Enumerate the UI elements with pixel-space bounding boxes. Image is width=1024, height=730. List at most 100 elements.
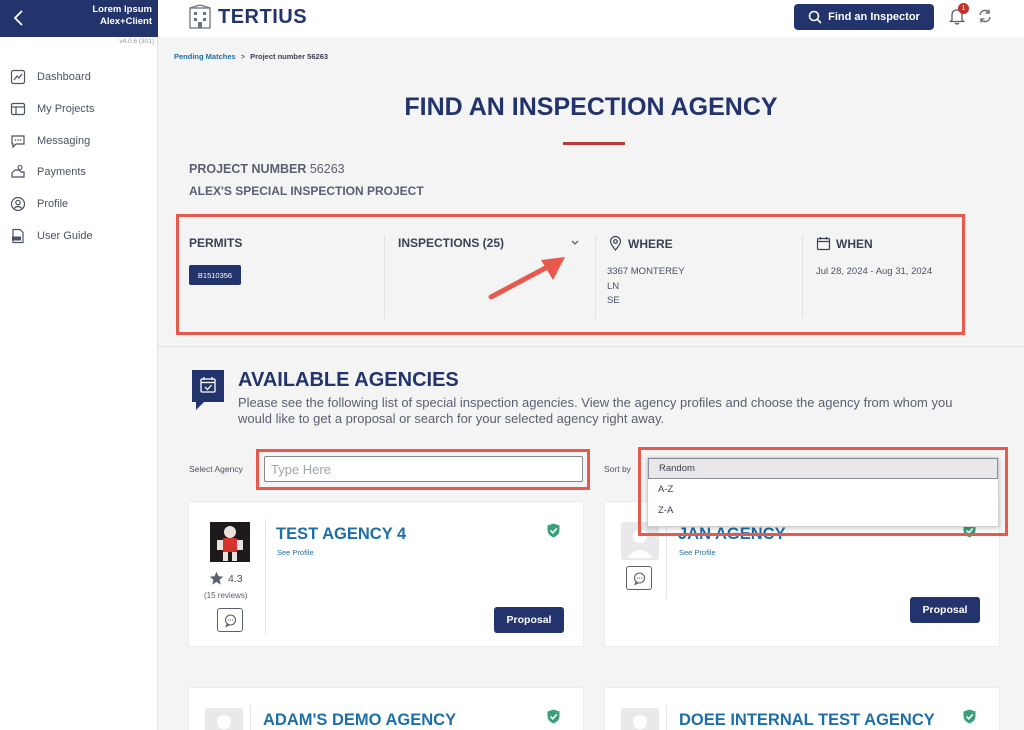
chat-icon (633, 571, 645, 585)
notification-badge: 1 (958, 3, 969, 14)
sidebar-item-label: Messaging (37, 135, 91, 147)
agencies-description: Please see the following list of special… (238, 395, 953, 426)
sidebar-item-label: Payments (37, 166, 86, 178)
calendar-icon (816, 237, 831, 251)
sidebar-item-dashboard[interactable]: Dashboard (10, 67, 91, 87)
rating-value: 4.3 (228, 572, 243, 585)
inspections-heading[interactable]: INSPECTIONS (25) (398, 236, 504, 250)
permit-chip[interactable]: B1510356 (189, 265, 241, 285)
agency-rating: 4.3 (209, 571, 243, 586)
select-agency-label: Select Agency (189, 464, 243, 474)
page-title: FIND AN INSPECTION AGENCY (404, 93, 778, 121)
address-line: SE (607, 295, 620, 306)
building-logo-icon (189, 4, 211, 29)
verified-shield-icon (547, 709, 560, 724)
user-placeholder-icon (633, 715, 647, 729)
review-count[interactable]: (15 reviews) (204, 591, 248, 600)
project-number-label: PROJECT NUMBER (189, 162, 307, 176)
date-range: Jul 28, 2024 - Aug 31, 2024 (816, 266, 933, 277)
project-number: PROJECT NUMBER 56263 (189, 162, 345, 176)
sort-option-z-a[interactable]: Z-A (648, 500, 998, 521)
sidebar-item-my-projects[interactable]: My Projects (10, 99, 94, 119)
project-number-value: 56263 (309, 162, 345, 176)
pdf-icon (12, 228, 24, 244)
when-label: WHEN (836, 236, 873, 251)
find-inspector-label: Find an Inspector (828, 11, 920, 23)
card-divider (265, 519, 266, 635)
breadcrumb-pending-matches[interactable]: Pending Matches (174, 52, 236, 61)
column-divider (384, 235, 385, 319)
sort-by-label: Sort by (604, 464, 631, 474)
message-agency-button[interactable] (626, 566, 652, 590)
sidebar-item-label: Dashboard (37, 71, 91, 83)
agency-avatar (205, 708, 243, 730)
location-pin-icon (609, 236, 622, 251)
agencies-title: AVAILABLE AGENCIES (238, 369, 459, 391)
breadcrumb: Pending Matches > Project number 56263 (174, 52, 328, 61)
user-org: Lorem Ipsum (92, 4, 152, 15)
find-inspector-button[interactable]: Find an Inspector (794, 4, 934, 30)
agency-card: DOEE INTERNAL TEST AGENCY (604, 687, 1000, 730)
breadcrumb-separator: > (240, 52, 246, 61)
agency-name[interactable]: ADAM'S DEMO AGENCY (263, 711, 456, 730)
sidebar-item-label: My Projects (37, 103, 95, 115)
back-arrow-icon[interactable] (10, 8, 28, 28)
profile-icon (10, 196, 26, 212)
proposal-button[interactable]: Proposal (494, 607, 564, 633)
sidebar-item-label: Profile (37, 198, 69, 210)
agency-name[interactable]: DOEE INTERNAL TEST AGENCY (679, 711, 935, 730)
user-info: Lorem Ipsum Alex+Client (92, 4, 152, 28)
sidebar: Lorem Ipsum Alex+Client v4.0.6 (301) Das… (0, 0, 158, 730)
title-underline (563, 142, 625, 145)
sidebar-header: Lorem Ipsum Alex+Client (0, 0, 158, 37)
sort-option-a-z[interactable]: A-Z (648, 479, 998, 500)
sort-option-random[interactable]: Random (648, 458, 998, 479)
see-profile-link[interactable]: See Profile (679, 548, 716, 557)
select-agency-input[interactable] (264, 456, 583, 482)
agency-name[interactable]: TEST AGENCY 4 (276, 525, 406, 544)
verified-shield-icon (547, 523, 560, 538)
verified-shield-icon (963, 709, 976, 724)
when-heading: WHEN (816, 236, 873, 251)
card-divider (666, 705, 667, 730)
search-icon (808, 10, 822, 24)
refresh-icon[interactable] (976, 7, 994, 25)
payments-icon (11, 164, 25, 178)
proposal-button[interactable]: Proposal (910, 597, 980, 623)
agency-card: ADAM'S DEMO AGENCY (188, 687, 584, 730)
address-line: LN (607, 280, 620, 292)
where-heading: WHERE (608, 236, 673, 251)
app-version: v4.0.6 (301) (119, 38, 154, 45)
agency-avatar (621, 708, 659, 730)
star-icon (209, 571, 224, 585)
column-divider (802, 235, 803, 319)
top-bar: TERTIUS Find an Inspector 1 (158, 0, 1024, 37)
column-divider (595, 235, 596, 319)
calendar-badge-icon (192, 370, 224, 410)
card-divider (250, 705, 251, 730)
permits-heading: PERMITS (189, 236, 243, 250)
see-profile-link[interactable]: See Profile (277, 548, 314, 557)
chevron-down-icon[interactable] (570, 239, 580, 247)
dashboard-icon (10, 69, 26, 85)
sort-dropdown-highlight: Random A-Z Z-A (638, 447, 1008, 536)
breadcrumb-current: Project number 56263 (250, 52, 329, 61)
select-agency-highlight (256, 449, 590, 490)
sidebar-item-label: User Guide (37, 230, 93, 242)
address-line: 3367 MONTEREY (607, 266, 685, 277)
sidebar-item-payments[interactable]: Payments (10, 162, 86, 182)
sort-dropdown[interactable]: Random A-Z Z-A (647, 457, 999, 527)
message-agency-button[interactable] (217, 608, 243, 632)
user-placeholder-icon (217, 715, 231, 729)
sidebar-item-messaging[interactable]: Messaging (10, 131, 90, 151)
logo[interactable]: TERTIUS (188, 4, 307, 30)
section-divider (158, 346, 1024, 347)
projects-icon (10, 102, 26, 116)
sidebar-item-user-guide[interactable]: User Guide (10, 226, 93, 246)
logo-text: TERTIUS (218, 5, 308, 28)
project-details-panel: PERMITS B1510356 INSPECTIONS (25) WHERE … (176, 214, 965, 335)
agency-card: 4.3 (15 reviews) TEST AGENCY 4 See Profi… (188, 501, 584, 647)
sidebar-item-profile[interactable]: Profile (10, 194, 68, 214)
annotation-arrow-icon (488, 257, 565, 300)
chat-icon (11, 135, 25, 149)
